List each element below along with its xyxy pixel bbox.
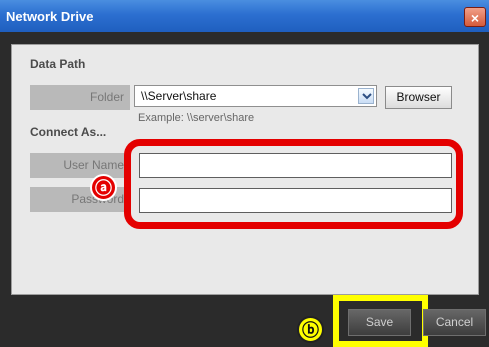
network-drive-dialog: Network Drive × Data Path Folder \\Serve… bbox=[0, 0, 489, 347]
annotation-badge-b: ⓑ bbox=[297, 316, 324, 343]
folder-example-text: Example: \\server\share bbox=[138, 112, 255, 124]
connect-as-heading: Connect As... bbox=[30, 125, 107, 139]
window-title: Network Drive bbox=[6, 9, 94, 24]
save-button[interactable]: Save bbox=[348, 309, 411, 336]
annotation-badge-a: ⓐ bbox=[90, 174, 117, 201]
close-icon: × bbox=[470, 10, 480, 26]
user-name-label: User Name bbox=[30, 153, 130, 178]
cancel-button[interactable]: Cancel bbox=[423, 309, 486, 336]
chevron-down-icon bbox=[362, 93, 372, 100]
folder-combobox[interactable]: \\Server\share bbox=[134, 85, 377, 107]
title-bar[interactable]: Network Drive × bbox=[0, 0, 489, 32]
browse-button[interactable]: Browser bbox=[385, 86, 452, 109]
annotation-highlight-a bbox=[124, 139, 463, 229]
folder-value: \\Server\share bbox=[141, 89, 217, 103]
folder-label: Folder bbox=[30, 85, 130, 110]
close-button[interactable]: × bbox=[464, 7, 486, 27]
data-path-heading: Data Path bbox=[30, 57, 86, 71]
combo-dropdown-button[interactable] bbox=[358, 88, 374, 104]
